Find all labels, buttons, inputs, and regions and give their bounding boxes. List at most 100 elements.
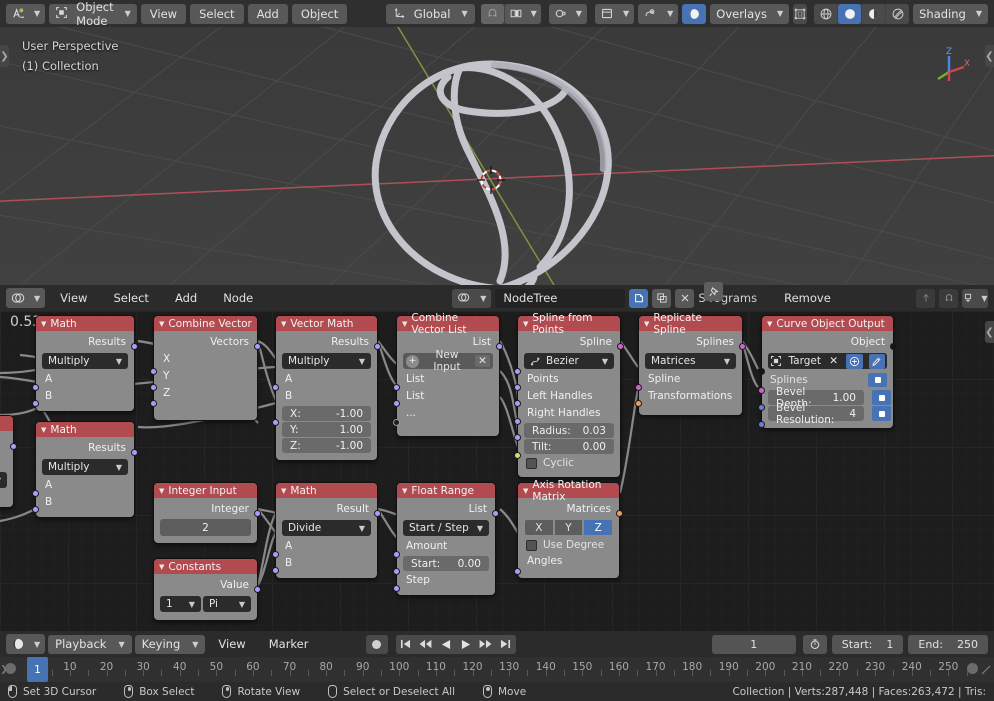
node-math-3[interactable]: ▼ Math Result Divide ▼ A B xyxy=(272,482,381,579)
operation-dropdown[interactable]: ▼ xyxy=(0,472,7,488)
socket-input-cyclic[interactable] xyxy=(514,452,521,459)
frame-start-field[interactable]: Start: 1 xyxy=(831,634,904,654)
transform-orientation-selector[interactable]: Global ▼ xyxy=(385,3,475,24)
node-constants[interactable]: ▼ Constants Value 1 ▼ Pi ▼ xyxy=(153,558,261,621)
node-header[interactable]: ▼ Axis Rotation Matrix xyxy=(518,479,619,503)
checkbox-use-degree[interactable]: Use Degree xyxy=(518,537,619,553)
remove-button[interactable]: Remove xyxy=(773,288,842,308)
socket-input-step[interactable] xyxy=(393,585,400,592)
node-replicate-spline[interactable]: ▼ Replicate Spline Splines Matrices ▼ Sp… xyxy=(635,312,746,416)
view-object-types-selector[interactable]: ▼ xyxy=(594,3,635,24)
axis-z-button[interactable]: Z xyxy=(584,520,613,535)
socket-input-bevel-resolution[interactable] xyxy=(758,421,765,428)
go-to-parent-icon[interactable] xyxy=(916,288,935,308)
socket-input-splines[interactable] xyxy=(758,387,765,394)
object-mode-selector[interactable]: Object Mode ▼ xyxy=(49,0,137,28)
socket-input-left-handles[interactable] xyxy=(514,384,521,391)
socket-output[interactable] xyxy=(739,343,746,350)
field-start[interactable]: Start: 0.00 xyxy=(403,556,489,571)
collapse-triangle-icon[interactable]: ▼ xyxy=(281,320,286,328)
overlays-toggle[interactable] xyxy=(682,3,707,24)
node-header[interactable]: ▼ Math xyxy=(36,316,134,331)
node-header[interactable]: ▼ Replicate Spline xyxy=(639,312,742,336)
menu-view[interactable]: View xyxy=(140,3,187,24)
shading-wireframe-icon[interactable] xyxy=(814,3,838,24)
checkbox-box[interactable] xyxy=(526,457,537,469)
socket-input-b[interactable] xyxy=(32,506,39,513)
constant-multiplier-dropdown[interactable]: 1 ▼ xyxy=(160,596,201,612)
socket-input-b[interactable] xyxy=(32,400,39,407)
collapse-triangle-icon[interactable]: ▼ xyxy=(402,487,407,495)
socket-input-a[interactable] xyxy=(272,384,279,391)
node-sidebar-expand-icon[interactable]: ❮ xyxy=(985,321,994,343)
socket-input-b[interactable] xyxy=(272,567,279,574)
animate-property-icon[interactable] xyxy=(872,390,891,405)
socket-input-points[interactable] xyxy=(514,368,521,375)
play-icon[interactable] xyxy=(455,634,476,654)
socket-input-x[interactable] xyxy=(150,368,157,375)
socket-output[interactable] xyxy=(254,586,261,593)
node-combine-vector-list[interactable]: ▼ Combine Vector List List + New Input ✕… xyxy=(393,312,503,437)
proportional-edit-icon[interactable]: ▼ xyxy=(548,3,587,24)
node-math-2[interactable]: ▼ Math Results Multiply ▼ A B xyxy=(32,421,138,518)
new-datablock-icon[interactable] xyxy=(629,288,649,308)
socket-input-a[interactable] xyxy=(272,551,279,558)
socket-output[interactable] xyxy=(131,449,138,456)
transport-controls[interactable] xyxy=(395,634,516,654)
editor-type-timeline-icon[interactable]: ▼ xyxy=(6,634,46,654)
add-object-icon[interactable] xyxy=(846,353,863,369)
node-tree-name-field[interactable]: NodeTree xyxy=(495,288,626,308)
shading-solid-icon[interactable] xyxy=(838,3,862,24)
collapse-triangle-icon[interactable]: ▼ xyxy=(41,426,46,434)
socket-output[interactable] xyxy=(254,343,261,350)
node-header[interactable]: ▼ Integer Input xyxy=(154,483,257,498)
node-tree-type-selector[interactable]: ▼ xyxy=(452,288,492,308)
gizmo-selector[interactable]: ▼ xyxy=(638,3,679,24)
node-integer-input[interactable]: ▼ Integer Input Integer 2 xyxy=(153,482,261,544)
node-header[interactable] xyxy=(0,416,13,431)
socket-output[interactable] xyxy=(616,510,623,517)
operation-dropdown[interactable]: Multiply ▼ xyxy=(282,353,371,369)
unlink-datablock-icon[interactable] xyxy=(675,288,695,308)
node-menu-node[interactable]: Node xyxy=(212,288,264,308)
node-menu-add[interactable]: Add xyxy=(164,288,208,308)
checkbox-cyclic[interactable]: Cyclic xyxy=(518,455,620,471)
socket-input-bevel-depth[interactable] xyxy=(758,404,765,411)
mode-dropdown[interactable]: Matrices ▼ xyxy=(645,353,736,369)
operation-dropdown[interactable]: Multiply ▼ xyxy=(42,353,128,369)
playback-menu[interactable]: Playback ▼ xyxy=(48,634,132,654)
socket-input-y[interactable] xyxy=(150,384,157,391)
mode-dropdown[interactable]: Start / Step ▼ xyxy=(403,520,489,536)
field-x[interactable]: X: -1.00 xyxy=(282,406,371,421)
timeline-ruler[interactable]: 1 10 20 30 40 50 60 70 80 90 100 110 120 130 140 150 16… xyxy=(0,657,994,682)
node-header[interactable]: ▼ Vector Math xyxy=(276,316,377,331)
shading-material-preview-icon[interactable] xyxy=(862,3,886,24)
node-vector-math[interactable]: ▼ Vector Math Results Multiply ▼ A B X: … xyxy=(272,315,381,461)
overlays-popover[interactable]: Overlays ▼ xyxy=(710,3,790,24)
node-canvas[interactable]: 0.5343 ❮ ▼ Math Results Multiply ▼ A B ▼… xyxy=(0,311,994,631)
collapse-triangle-icon[interactable]: ▼ xyxy=(159,563,164,571)
node-header[interactable]: ▼ Float Range xyxy=(397,483,495,498)
socket-output[interactable] xyxy=(374,510,381,517)
socket-input-amount[interactable] xyxy=(393,551,400,558)
record-keyframes-icon[interactable] xyxy=(365,634,388,654)
node-curve-object-output[interactable]: ▼ Curve Object Output Object Target ✕ Sp… xyxy=(758,315,897,429)
play-reverse-icon[interactable] xyxy=(435,634,456,654)
editor-type-3dview-icon[interactable]: ▼ xyxy=(6,3,46,24)
menu-object[interactable]: Object xyxy=(291,3,348,24)
axis-toggle-group[interactable]: X Y Z xyxy=(525,520,613,535)
use-preview-range-icon[interactable] xyxy=(802,634,827,654)
collapse-triangle-icon[interactable]: ▼ xyxy=(41,320,46,328)
node-header[interactable]: ▼ Combine Vector List xyxy=(397,312,499,336)
socket-input-right-handles[interactable] xyxy=(514,400,521,407)
node-float-range[interactable]: ▼ Float Range List Start / Step ▼ Amount… xyxy=(393,482,499,596)
animate-property-icon[interactable] xyxy=(868,373,887,387)
node-menu-select[interactable]: Select xyxy=(102,288,159,308)
collapse-triangle-icon[interactable]: ▼ xyxy=(281,487,286,495)
socket-input-radius[interactable] xyxy=(514,418,521,425)
field-bevel-resolution[interactable]: Bevel Resolution: 4 xyxy=(768,402,891,426)
socket-output-object[interactable] xyxy=(890,343,897,350)
frame-end-field[interactable]: End: 250 xyxy=(908,634,988,654)
socket-input-a[interactable] xyxy=(32,490,39,497)
menu-add[interactable]: Add xyxy=(247,3,288,24)
